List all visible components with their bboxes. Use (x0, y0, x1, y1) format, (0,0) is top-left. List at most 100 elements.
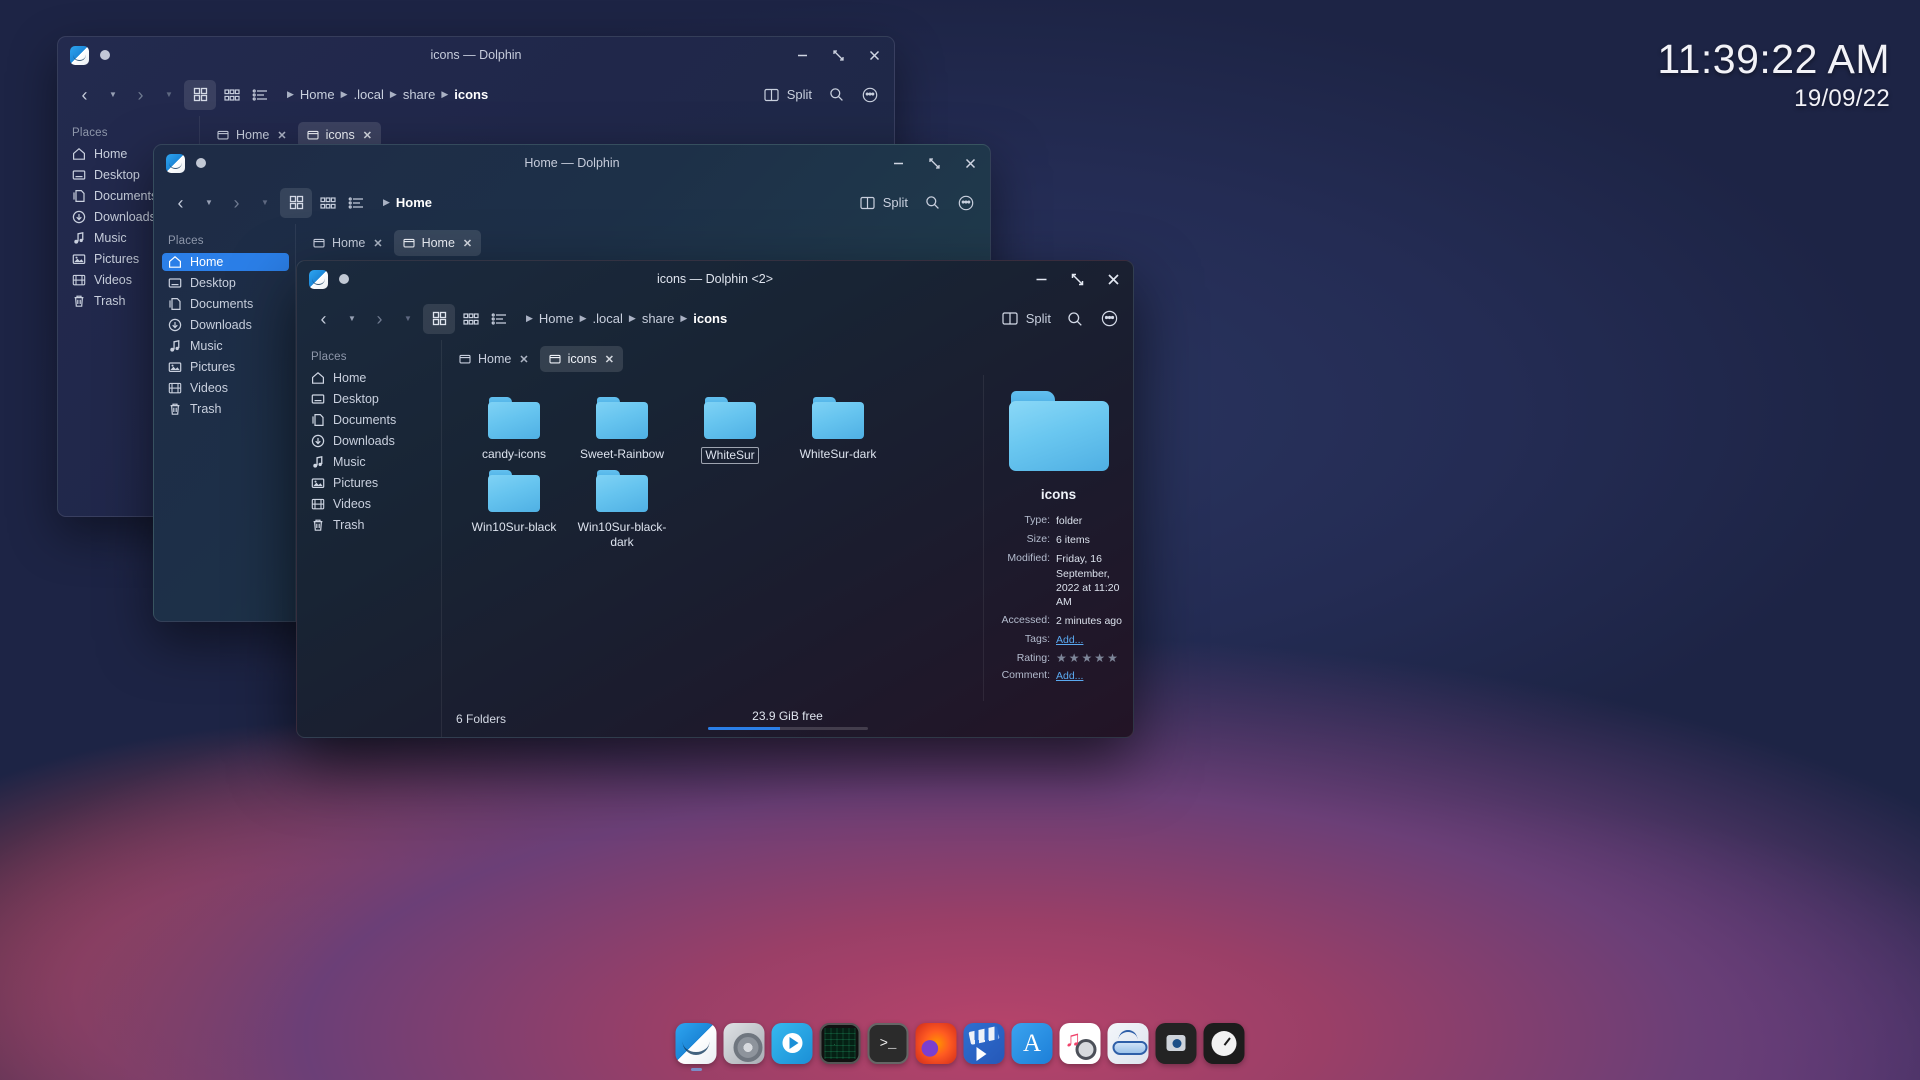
sidebar-item-home[interactable]: Home (305, 369, 435, 387)
folder-item[interactable]: Win10Sur-black-dark (568, 466, 676, 550)
sidebar-item-desktop[interactable]: Desktop (162, 274, 289, 292)
sidebar-item-downloads[interactable]: Downloads (305, 432, 435, 450)
close-icon[interactable] (960, 153, 980, 173)
titlebar[interactable]: icons — Dolphin (58, 37, 894, 73)
sidebar-item-downloads[interactable]: Downloads (162, 316, 289, 334)
maximize-icon[interactable] (1067, 269, 1087, 289)
folder-item[interactable]: candy-icons (460, 393, 568, 464)
icons-view-mode-button[interactable] (423, 303, 455, 334)
sidebar-item-pictures[interactable]: Pictures (162, 358, 289, 376)
star-icon[interactable]: ★ (1107, 652, 1118, 664)
dock-item-system-monitor[interactable] (819, 1023, 861, 1064)
dock-item-screenshot[interactable] (1155, 1023, 1197, 1064)
tab-home[interactable]: Home ✕ (450, 346, 538, 372)
close-icon[interactable] (864, 45, 884, 65)
system-settings-icon[interactable] (723, 1023, 765, 1064)
icons-view-mode-button[interactable] (184, 79, 216, 110)
forward-history-dropdown[interactable]: ▼ (395, 304, 420, 334)
back-history-dropdown[interactable]: ▼ (196, 188, 221, 218)
window-menu-dot-icon[interactable] (339, 274, 349, 284)
sidebar-item-documents[interactable]: Documents (305, 411, 435, 429)
dock[interactable]: >_ (668, 1019, 1253, 1071)
back-button[interactable]: ‹ (168, 188, 193, 218)
tab-close-icon[interactable]: ✕ (363, 129, 372, 142)
forward-button[interactable]: › (224, 188, 249, 218)
menu-icon[interactable] (956, 193, 976, 213)
info-row-tags[interactable]: Tags: Add... (994, 633, 1123, 647)
tab-home-2[interactable]: Home ✕ (393, 230, 482, 256)
forward-history-dropdown[interactable]: ▼ (156, 80, 181, 110)
star-icon[interactable]: ★ (1094, 652, 1105, 664)
maximize-icon[interactable] (924, 153, 944, 173)
info-row-comment[interactable]: Comment: Add... (994, 669, 1123, 683)
breadcrumb-item-current[interactable]: Home (393, 193, 435, 212)
tab-icons[interactable]: icons ✕ (539, 346, 623, 372)
folder-item[interactable]: WhiteSur-dark (784, 393, 892, 464)
window-menu-dot-icon[interactable] (100, 50, 110, 60)
clock-icon[interactable] (1203, 1023, 1245, 1064)
dock-item-system-settings[interactable] (723, 1023, 765, 1064)
firefox-icon[interactable] (915, 1023, 957, 1064)
split-view-button[interactable]: Split (764, 87, 812, 102)
tab-close-icon[interactable]: ✕ (277, 129, 286, 142)
comment-add-link[interactable]: Add... (1056, 669, 1083, 683)
breadcrumb[interactable]: ▶ Home (383, 193, 435, 212)
places-sidebar[interactable]: Places Home Desktop Documents Downloads (154, 224, 296, 621)
sidebar-item-trash[interactable]: Trash (162, 400, 289, 418)
music-icon[interactable] (1059, 1023, 1101, 1064)
file-icon-grid[interactable]: candy-icons Sweet-Rainbow WhiteSur White… (442, 375, 983, 701)
tab-close-icon[interactable]: ✕ (605, 353, 614, 366)
breadcrumb-item[interactable]: .local (351, 85, 387, 104)
tags-add-link[interactable]: Add... (1056, 633, 1083, 647)
sidebar-item-videos[interactable]: Videos (162, 379, 289, 397)
forward-history-dropdown[interactable]: ▼ (252, 188, 277, 218)
tab-close-icon[interactable]: ✕ (519, 353, 528, 366)
toolbar[interactable]: ‹ ▼ › ▼ ▶ Home Split (154, 181, 990, 224)
kdenlive-icon[interactable] (963, 1023, 1005, 1064)
close-icon[interactable] (1103, 269, 1123, 289)
search-icon[interactable] (826, 85, 846, 105)
back-history-dropdown[interactable]: ▼ (100, 80, 125, 110)
sidebar-item-home[interactable]: Home (162, 253, 289, 271)
breadcrumb-item[interactable]: .local (590, 309, 626, 328)
dock-item-clock[interactable] (1203, 1023, 1245, 1064)
terminal-icon[interactable]: >_ (867, 1023, 909, 1064)
dock-item-music[interactable] (1059, 1023, 1101, 1064)
places-sidebar[interactable]: Places Home Desktop Documents Downloads (297, 340, 442, 737)
dock-item-spectacle-glasses[interactable] (1107, 1023, 1149, 1064)
tab-home-1[interactable]: Home ✕ (304, 230, 392, 256)
system-monitor-icon[interactable] (819, 1023, 861, 1064)
minimize-icon[interactable] (792, 45, 812, 65)
star-icon[interactable]: ★ (1082, 652, 1093, 664)
sidebar-item-music[interactable]: Music (305, 453, 435, 471)
menu-icon[interactable] (860, 85, 880, 105)
toolbar[interactable]: ‹ ▼ › ▼ ▶ Home ▶ .local ▶ share ▶ icons … (58, 73, 894, 116)
sidebar-item-pictures[interactable]: Pictures (305, 474, 435, 492)
compact-view-mode-button[interactable] (219, 80, 244, 110)
breadcrumb-item[interactable]: share (400, 85, 439, 104)
titlebar[interactable]: icons — Dolphin <2> (297, 261, 1133, 297)
compact-view-mode-button[interactable] (315, 188, 340, 218)
icons-view-mode-button[interactable] (280, 187, 312, 218)
dock-item-media-player[interactable] (771, 1023, 813, 1064)
details-view-mode-button[interactable] (486, 304, 511, 334)
details-view-mode-button[interactable] (343, 188, 368, 218)
breadcrumb-item[interactable]: share (639, 309, 678, 328)
star-icon[interactable]: ★ (1056, 652, 1067, 664)
back-button[interactable]: ‹ (311, 304, 336, 334)
back-history-dropdown[interactable]: ▼ (339, 304, 364, 334)
sidebar-item-desktop[interactable]: Desktop (305, 390, 435, 408)
dock-item-firefox[interactable] (915, 1023, 957, 1064)
search-icon[interactable] (922, 193, 942, 213)
app-store-icon[interactable] (1011, 1023, 1053, 1064)
media-player-icon[interactable] (771, 1023, 813, 1064)
toolbar[interactable]: ‹ ▼ › ▼ ▶ Home ▶ .local ▶ share ▶ icons … (297, 297, 1133, 340)
folder-item-selected[interactable]: WhiteSur (676, 393, 784, 464)
finder-icon[interactable] (675, 1023, 717, 1064)
dock-item-kdenlive[interactable] (963, 1023, 1005, 1064)
places-list[interactable]: Home Desktop Documents Downloads Music P… (297, 369, 441, 534)
search-icon[interactable] (1065, 309, 1085, 329)
dock-item-finder[interactable] (675, 1023, 717, 1071)
breadcrumb-item[interactable]: Home (536, 309, 577, 328)
dock-item-terminal[interactable]: >_ (867, 1023, 909, 1064)
